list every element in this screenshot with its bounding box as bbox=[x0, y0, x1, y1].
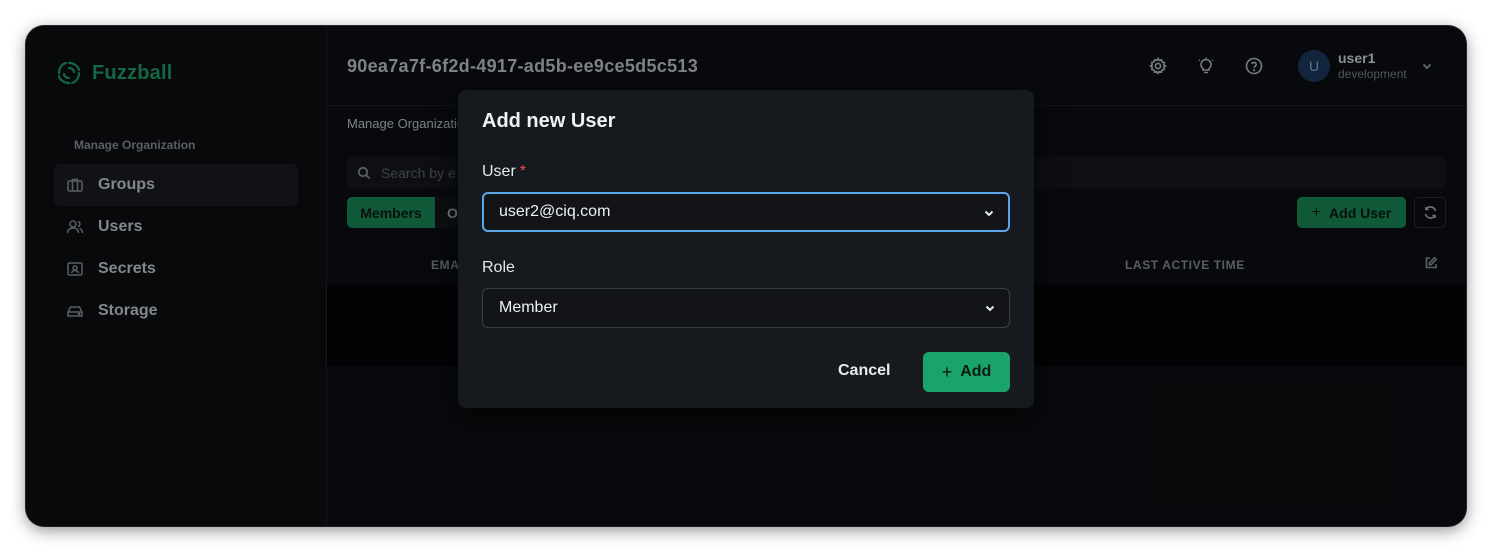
cancel-button[interactable]: Cancel bbox=[838, 362, 890, 380]
role-field-label: Role bbox=[482, 259, 515, 276]
required-marker: * bbox=[519, 163, 527, 180]
chevron-down-icon bbox=[983, 301, 997, 315]
user-label-text: User bbox=[482, 163, 516, 180]
user-field-label: User * bbox=[482, 163, 526, 181]
role-select[interactable]: Member bbox=[482, 288, 1010, 328]
add-button-label: Add bbox=[960, 363, 992, 380]
app-window: Fuzzball Manage Organization Groups User… bbox=[26, 26, 1466, 526]
role-select-value: Member bbox=[499, 299, 558, 316]
add-user-dialog: Add new User User * user2@ciq.com Role Me… bbox=[458, 90, 1034, 408]
user-select-value: user2@ciq.com bbox=[499, 203, 611, 220]
add-button[interactable]: + Add bbox=[923, 352, 1010, 392]
chevron-down-icon bbox=[982, 206, 996, 220]
user-select[interactable]: user2@ciq.com bbox=[482, 192, 1010, 232]
dialog-title: Add new User bbox=[482, 110, 616, 132]
plus-icon: + bbox=[941, 361, 953, 382]
